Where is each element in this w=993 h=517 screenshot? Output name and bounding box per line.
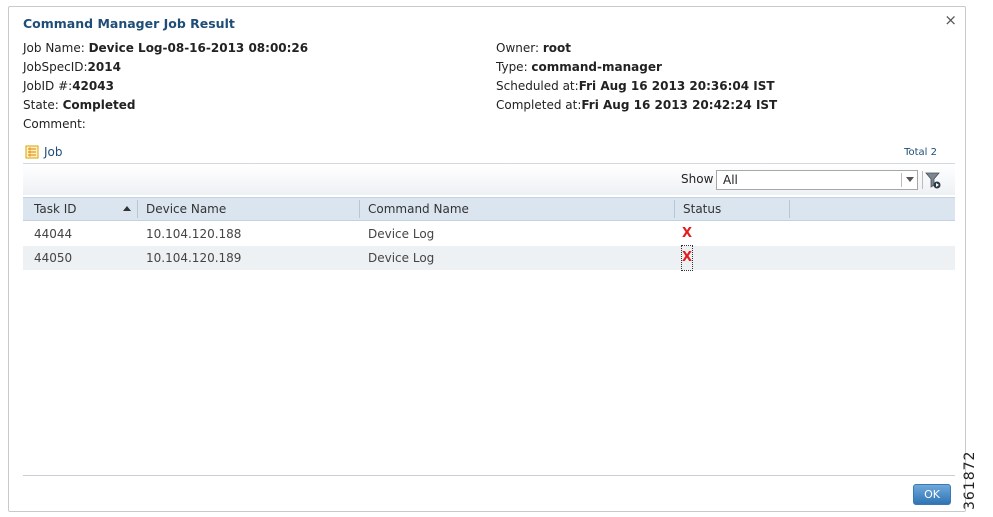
failed-status-icon[interactable]: X <box>680 245 694 271</box>
jobspec-value: 2014 <box>87 60 121 74</box>
close-icon[interactable]: × <box>944 13 957 28</box>
completed-line: Completed at:Fri Aug 16 2013 20:42:24 IS… <box>496 98 778 112</box>
device-name-cell: 10.104.120.188 <box>146 227 242 241</box>
ok-button[interactable]: OK <box>913 484 951 505</box>
column-divider[interactable] <box>359 200 360 218</box>
job-tab[interactable]: Job <box>25 145 63 159</box>
table-row[interactable]: 44050 10.104.120.189 Device Log X <box>23 245 955 271</box>
column-divider[interactable] <box>789 200 790 218</box>
total-count: Total 2 <box>904 147 937 158</box>
select-divider <box>901 173 902 187</box>
scheduled-line: Scheduled at:Fri Aug 16 2013 20:36:04 IS… <box>496 79 775 93</box>
owner-line: Owner: root <box>496 41 571 55</box>
chevron-down-icon <box>906 177 914 182</box>
sort-ascending-icon[interactable] <box>123 206 131 211</box>
command-name-cell: Device Log <box>368 251 435 265</box>
column-divider[interactable] <box>137 200 138 218</box>
header-status[interactable]: Status <box>680 198 721 220</box>
job-name-line: Job Name: Device Log-08-16-2013 08:00:26 <box>23 41 309 55</box>
task-id-cell: 44050 <box>34 251 73 265</box>
job-info-left: Job Name: Device Log-08-16-2013 08:00:26… <box>23 39 308 134</box>
comment-line: Comment: <box>23 117 86 131</box>
header-command-name[interactable]: Command Name <box>365 198 469 220</box>
show-label: Show <box>681 172 714 186</box>
owner-value: root <box>542 41 571 55</box>
header-task-id[interactable]: Task ID <box>31 198 77 220</box>
table-header: Task ID Device Name Command Name Status <box>23 197 955 221</box>
show-filter-select[interactable]: All <box>716 170 918 190</box>
footer-divider <box>23 475 955 476</box>
failed-status-icon[interactable]: X <box>682 222 692 246</box>
type-value: command-manager <box>531 60 662 74</box>
jobspec-line: JobSpecID:2014 <box>23 60 121 74</box>
job-tab-label: Job <box>44 145 63 159</box>
dialog-title: Command Manager Job Result <box>23 16 235 31</box>
job-result-dialog: Command Manager Job Result × Job Name: D… <box>8 6 966 512</box>
type-line: Type: command-manager <box>496 60 662 74</box>
job-info-right: Owner: root Type: command-manager Schedu… <box>496 39 777 115</box>
state-value: Completed <box>62 98 136 112</box>
completed-value: Fri Aug 16 2013 20:42:24 IST <box>581 98 778 112</box>
job-name-value: Device Log-08-16-2013 08:00:26 <box>88 41 309 55</box>
job-list-icon <box>25 145 39 159</box>
task-id-cell: 44044 <box>34 227 73 241</box>
filter-icon[interactable] <box>922 170 942 190</box>
column-divider[interactable] <box>674 200 675 218</box>
command-name-cell: Device Log <box>368 227 435 241</box>
scheduled-value: Fri Aug 16 2013 20:36:04 IST <box>578 79 775 93</box>
figure-id: 361872 <box>962 450 978 510</box>
table-row[interactable]: 44044 10.104.120.188 Device Log X <box>23 222 955 246</box>
show-filter-value: All <box>723 173 738 187</box>
jobid-line: JobID #:42043 <box>23 79 114 93</box>
jobid-value: 42043 <box>72 79 114 93</box>
device-name-cell: 10.104.120.189 <box>146 251 242 265</box>
state-line: State: Completed <box>23 98 136 112</box>
header-device-name[interactable]: Device Name <box>143 198 226 220</box>
